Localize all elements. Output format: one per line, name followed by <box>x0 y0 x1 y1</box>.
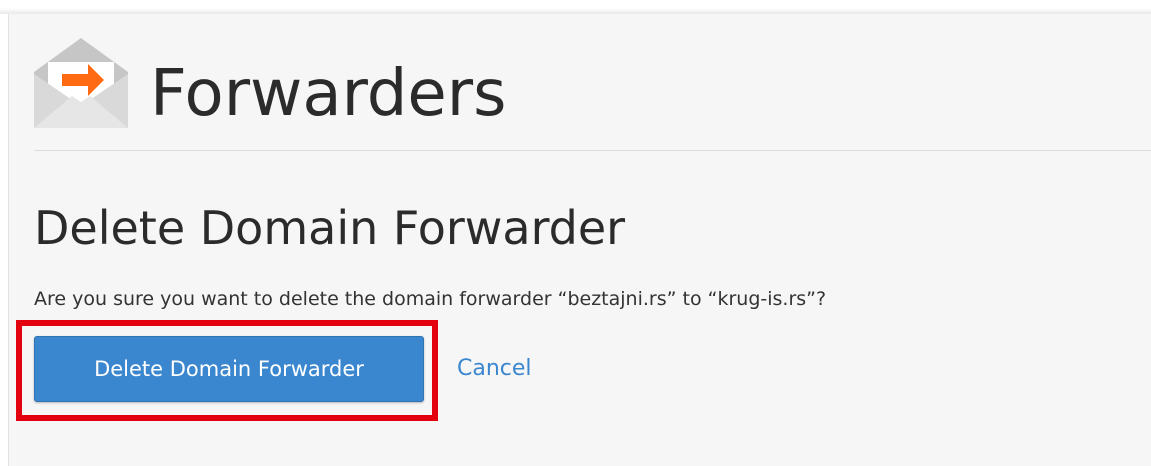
top-shadow <box>0 0 1151 14</box>
confirmation-message: Are you sure you want to delete the doma… <box>34 288 827 310</box>
delete-domain-forwarder-button[interactable]: Delete Domain Forwarder <box>34 336 424 402</box>
title-divider <box>34 150 1151 151</box>
email-forward-envelope-icon <box>34 38 128 128</box>
section-heading: Delete Domain Forwarder <box>34 201 626 255</box>
cancel-link[interactable]: Cancel <box>457 352 532 386</box>
page-title: Forwarders <box>150 57 507 131</box>
